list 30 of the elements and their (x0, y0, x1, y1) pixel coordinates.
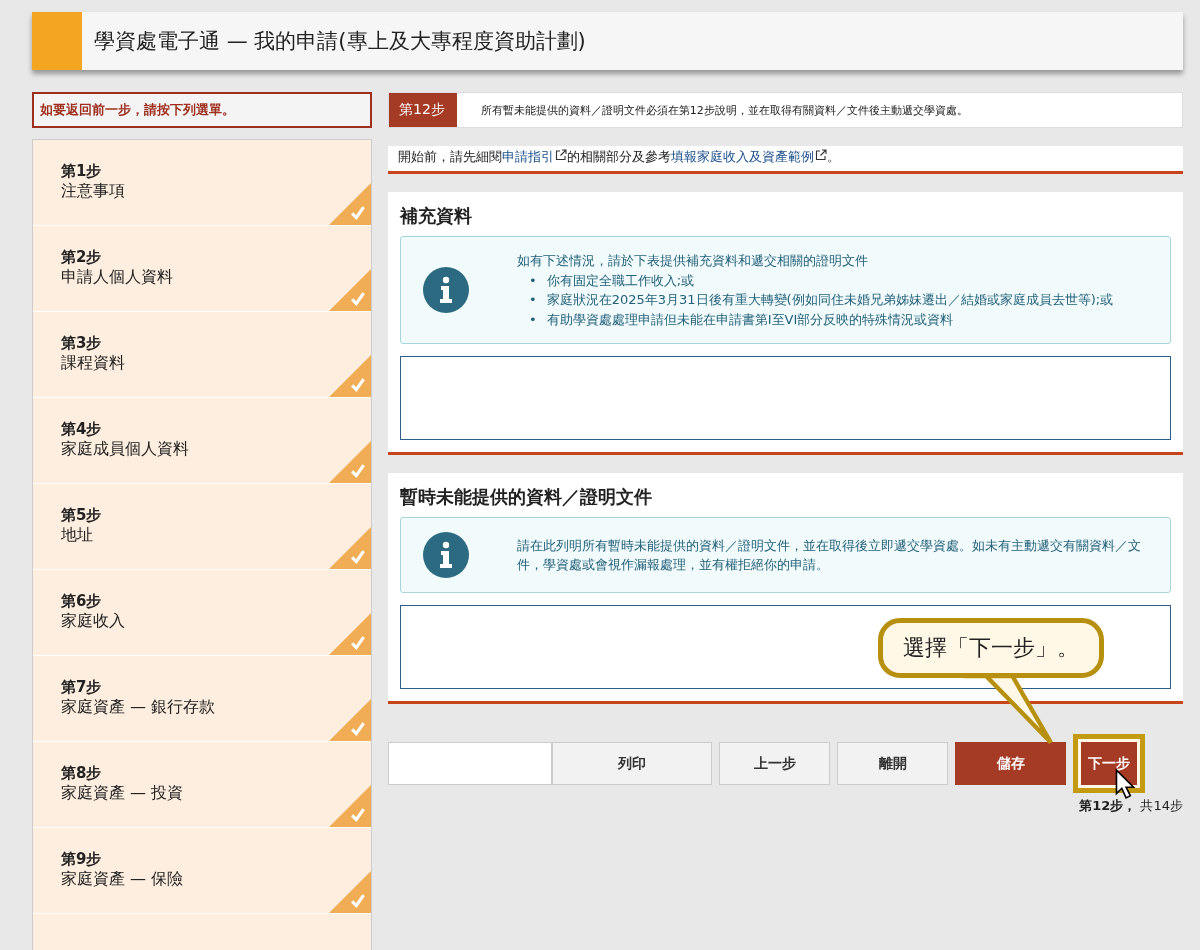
info-bullet: 有助學資處處理申請但未能在申請書第I至VI部分反映的特殊情況或資料 (546, 310, 954, 329)
action-button[interactable]: 下一步 (1081, 742, 1137, 785)
info-bullet: 你有固定全職工作收入;或 (546, 271, 695, 290)
document-link[interactable]: 填報家庭收入及資產範例 (671, 149, 827, 164)
step-banner-text: 所有暫未能提供的資料／證明文件必須在第12步說明，並在取得有關資料／文件後主動遞交學資處。 (479, 102, 968, 119)
bullet-marker: • (529, 310, 537, 329)
bullet-marker: • (529, 291, 537, 309)
action-button[interactable]: 儲存 (955, 742, 1066, 785)
text-area[interactable] (400, 356, 1171, 440)
header-accent (32, 12, 82, 70)
back-notice: 如要返回前一步，請按下列選單。 (32, 92, 372, 128)
external-link-icon (555, 149, 567, 161)
info-bullet: 家庭狀況在2025年3月31日後有重大轉變(例如同住未婚兄弟姊妹遷出／結婚或家庭成員去世等);或 (546, 291, 1114, 309)
action-button[interactable]: 離開 (837, 742, 948, 785)
info-text: 如有下述情況，請於下表提供補充資料和遞交相關的證明文件 (517, 252, 869, 270)
current-step-text: 第12步， (1079, 798, 1137, 813)
section-title: 暫時未能提供的資料／證明文件 (400, 485, 653, 509)
total-steps-text: 共14步 (1140, 798, 1183, 813)
page-title: 學資處電子通 — 我的申請(專上及大專程度資助計劃) (93, 28, 586, 55)
intro-sentence: 開始前，請先細閱申請指引 的相關部分及參考填報家庭收入及資產範例 。 (398, 148, 841, 166)
step-badge: 第12步 (389, 93, 457, 127)
action-button[interactable]: 列印 (552, 742, 712, 785)
bullet-marker: • (529, 271, 537, 290)
info-text: 請在此列明所有暫時未能提供的資料／證明文件，並在取得後立即遞交學資處。如未有主動遞交有關資料／文件，學資處或會視作漏報處理，並有權拒絕你的申請。 (517, 536, 1142, 574)
info-icon (423, 532, 469, 578)
external-link-icon (815, 149, 827, 161)
info-icon (423, 267, 469, 313)
section-title: 補充資料 (400, 204, 473, 228)
action-button[interactable]: 上一步 (719, 742, 830, 785)
document-link[interactable]: 申請指引 (502, 149, 567, 164)
